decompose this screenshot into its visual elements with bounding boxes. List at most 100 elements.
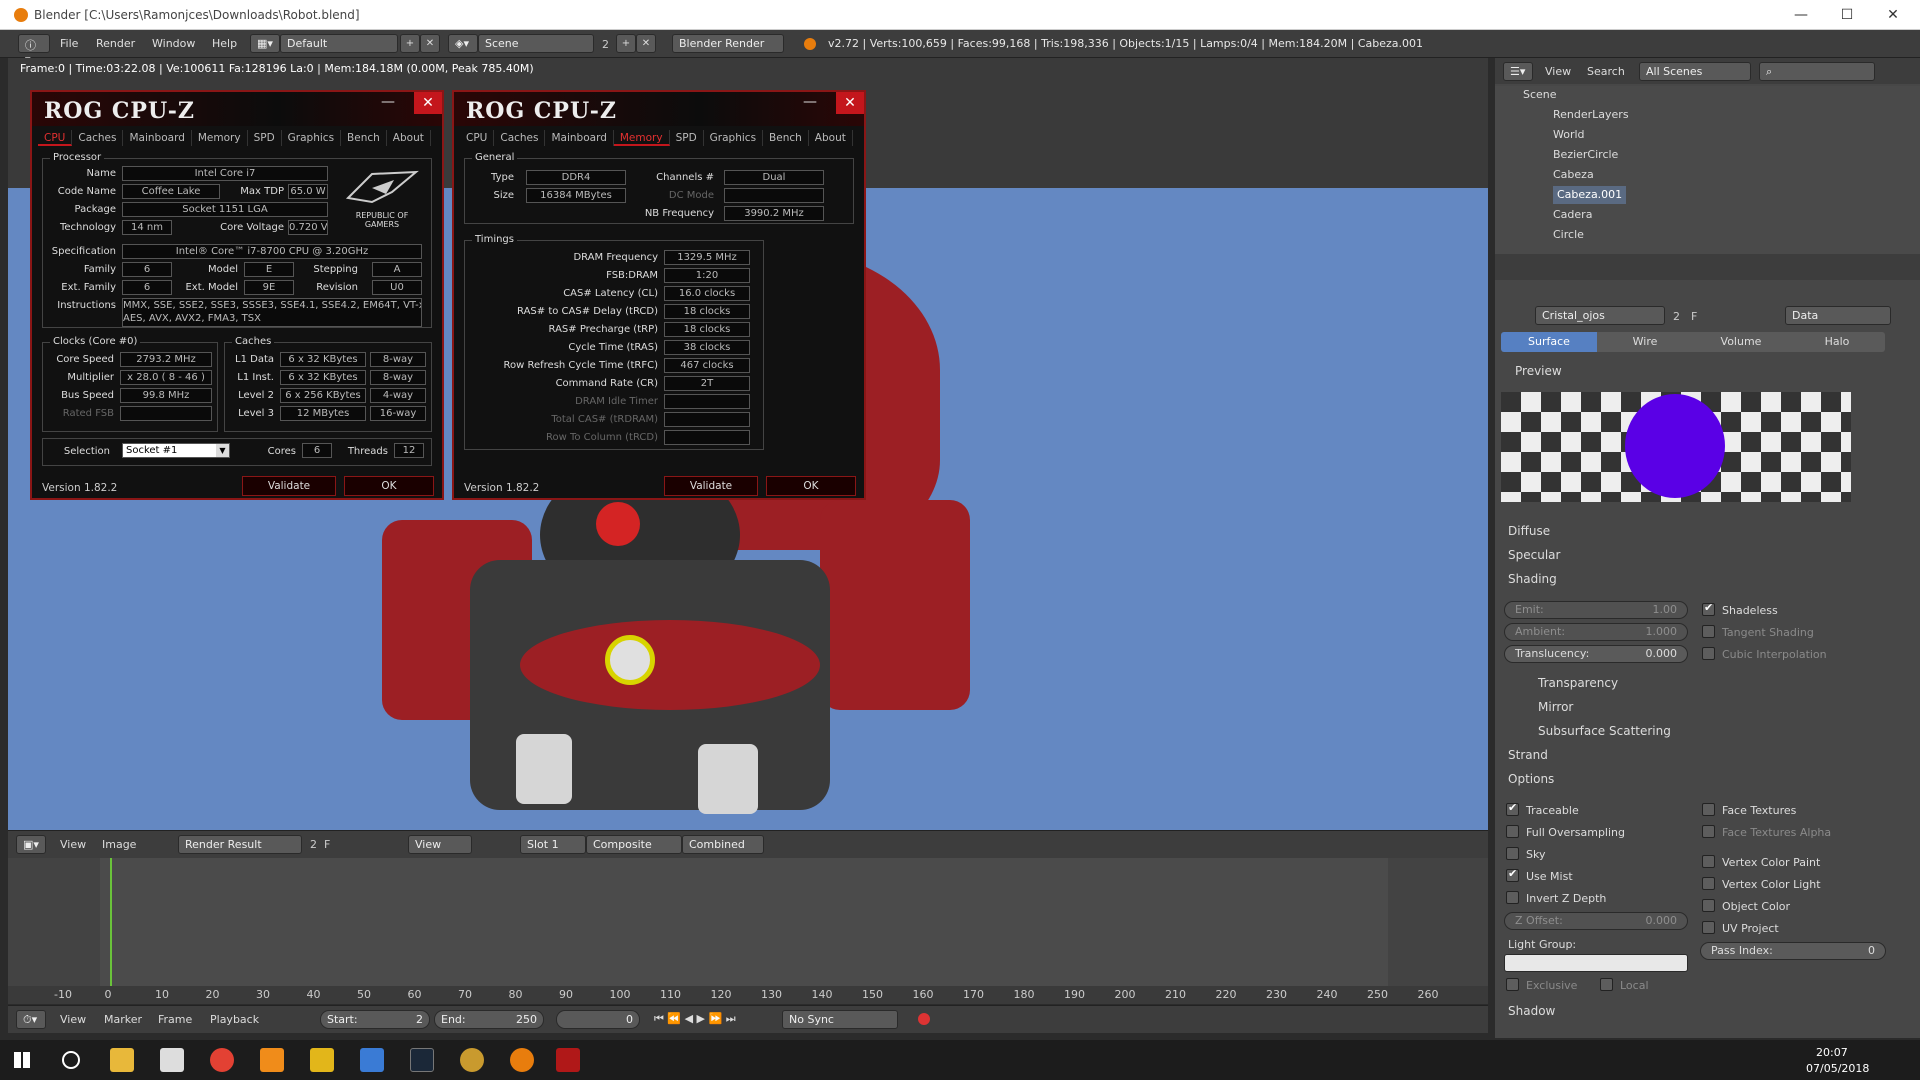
tab-mainboard[interactable]: Mainboard — [123, 130, 192, 146]
blender-taskbar-icon[interactable] — [510, 1048, 534, 1072]
exclusive-checkbox[interactable] — [1506, 978, 1519, 991]
info-editor-button[interactable]: ⓘ ▾ — [18, 34, 50, 66]
panel-options[interactable]: Options — [1508, 772, 1554, 786]
current-frame-line[interactable] — [110, 858, 112, 986]
tab-bench[interactable]: Bench — [341, 130, 387, 146]
render-result-field[interactable]: Render Result — [178, 835, 302, 854]
composite-select[interactable]: Composite — [586, 835, 682, 854]
timeline-view-menu[interactable]: View — [60, 1013, 86, 1026]
tab-about[interactable]: About — [809, 130, 853, 146]
minimize-icon[interactable]: — — [800, 94, 820, 110]
ok-button[interactable]: OK — [766, 476, 856, 496]
v-app-icon[interactable] — [310, 1048, 334, 1072]
cpuz-cpu-window[interactable]: ROG CPU-Z — ✕ CPU Caches Mainboard Memory SP… — [30, 90, 444, 500]
file-explorer-icon[interactable] — [110, 1048, 134, 1072]
local-checkbox[interactable] — [1600, 978, 1613, 991]
timeline-playback-menu[interactable]: Playback — [210, 1013, 259, 1026]
menu-file[interactable]: File — [60, 37, 78, 50]
tab-volume[interactable]: Volume — [1693, 332, 1789, 352]
outliner-item-renderlayers[interactable]: RenderLayers — [1553, 106, 1629, 124]
tab-graphics[interactable]: Graphics — [704, 130, 764, 146]
outliner-item-beziercircle[interactable]: BezierCircle — [1553, 146, 1618, 164]
face-textures-alpha-checkbox[interactable] — [1702, 825, 1715, 838]
cpuz-taskbar-icon[interactable] — [556, 1048, 580, 1072]
tab-graphics[interactable]: Graphics — [282, 130, 342, 146]
preview-header[interactable]: Preview — [1515, 364, 1562, 378]
tab-surface[interactable]: Surface — [1501, 332, 1597, 352]
add-layout-icon[interactable]: + — [400, 34, 420, 53]
combined-select[interactable]: Combined — [682, 835, 764, 854]
remove-scene-icon[interactable]: ✕ — [636, 34, 656, 53]
minimize-icon[interactable]: — — [378, 94, 398, 110]
timeline-marker-menu[interactable]: Marker — [104, 1013, 142, 1026]
outliner-item-cabeza[interactable]: Cabeza — [1553, 166, 1594, 184]
translucency-slider[interactable]: Translucency: 0.000 — [1504, 645, 1688, 663]
render-result-f[interactable]: F — [324, 838, 330, 851]
panel-transparency[interactable]: Transparency — [1538, 676, 1618, 690]
windows-start-icon[interactable] — [14, 1052, 30, 1068]
tab-memory[interactable]: Memory — [613, 130, 670, 146]
outliner-filter-select[interactable]: All Scenes — [1639, 62, 1751, 81]
panel-specular[interactable]: Specular — [1508, 548, 1560, 562]
layout-field[interactable]: Default — [280, 34, 398, 53]
tab-caches[interactable]: Caches — [494, 130, 546, 146]
use-mist-checkbox[interactable] — [1506, 867, 1519, 882]
close-icon[interactable]: ✕ — [836, 92, 864, 114]
face-textures-checkbox[interactable] — [1702, 803, 1715, 816]
sync-select[interactable]: No Sync — [782, 1010, 898, 1029]
traceable-checkbox[interactable] — [1506, 801, 1519, 816]
current-frame-field[interactable]: 0 — [556, 1010, 640, 1029]
z-offset-slider[interactable]: Z Offset: 0.000 — [1504, 912, 1688, 930]
validate-button[interactable]: Validate — [242, 476, 336, 496]
outliner-view-menu[interactable]: View — [1545, 65, 1571, 78]
panel-shadow[interactable]: Shadow — [1508, 1004, 1555, 1018]
cpuz-memory-window[interactable]: ROG CPU-Z — ✕ CPU Caches Mainboard Memory SP… — [452, 90, 866, 500]
image-editor-button[interactable]: ▣▾ — [16, 835, 46, 854]
steam-icon[interactable] — [410, 1048, 434, 1072]
chrome-icon[interactable] — [210, 1048, 234, 1072]
object-color-checkbox[interactable] — [1702, 899, 1715, 912]
add-scene-icon[interactable]: + — [616, 34, 636, 53]
end-frame-field[interactable]: End: 250 — [434, 1010, 544, 1029]
tab-caches[interactable]: Caches — [72, 130, 124, 146]
timeline-frame-menu[interactable]: Frame — [158, 1013, 192, 1026]
scene-icon-button[interactable]: ◈▾ — [448, 34, 478, 53]
image-image-menu[interactable]: Image — [102, 838, 136, 851]
image-view-menu[interactable]: View — [60, 838, 86, 851]
menu-window[interactable]: Window — [152, 37, 195, 50]
vlc-icon[interactable] — [260, 1048, 284, 1072]
vertex-color-light-checkbox[interactable] — [1702, 877, 1715, 890]
outliner-item-scene[interactable]: Scene — [1523, 86, 1557, 104]
material-name-field[interactable]: Cristal_ojos — [1535, 306, 1665, 325]
cubic-checkbox[interactable] — [1702, 647, 1715, 660]
material-fake-user[interactable]: F — [1691, 310, 1697, 323]
tab-spd[interactable]: SPD — [670, 130, 704, 146]
validate-button[interactable]: Validate — [664, 476, 758, 496]
pass-index-slider[interactable]: Pass Index: 0 — [1700, 942, 1886, 960]
tab-cpu[interactable]: CPU — [460, 130, 495, 146]
record-icon[interactable] — [918, 1013, 930, 1025]
vertex-color-paint-checkbox[interactable] — [1702, 855, 1715, 868]
maximize-icon[interactable]: ☐ — [1824, 0, 1870, 30]
scene-field[interactable]: Scene — [478, 34, 594, 53]
outliner-item-world[interactable]: World — [1553, 126, 1585, 144]
render-engine-select[interactable]: Blender Render — [672, 34, 784, 53]
sky-checkbox[interactable] — [1506, 847, 1519, 860]
panel-shading[interactable]: Shading — [1508, 572, 1557, 586]
full-oversampling-checkbox[interactable] — [1506, 825, 1519, 838]
slot-select[interactable]: Slot 1 — [520, 835, 586, 854]
selection-dropdown[interactable]: Socket #1 — [122, 443, 230, 458]
playback-controls[interactable]: ⏮ ⏪ ◀ ▶ ⏩ ⏭ — [654, 1012, 736, 1026]
outliner-search-input[interactable]: ⌕ — [1759, 62, 1875, 81]
close-icon[interactable]: ✕ — [1870, 0, 1916, 30]
warcraft-icon[interactable] — [460, 1048, 484, 1072]
chevron-down-icon[interactable]: ▼ — [216, 444, 229, 457]
material-data-select[interactable]: Data — [1785, 306, 1891, 325]
remove-layout-icon[interactable]: ✕ — [420, 34, 440, 53]
menu-render[interactable]: Render — [96, 37, 135, 50]
start-frame-field[interactable]: Start: 2 — [320, 1010, 430, 1029]
outliner-item-cabeza001[interactable]: Cabeza.001 — [1553, 186, 1627, 204]
tangent-checkbox[interactable] — [1702, 625, 1715, 638]
menu-help[interactable]: Help — [212, 37, 237, 50]
clock-date[interactable]: 07/05/2018 — [1806, 1062, 1869, 1075]
